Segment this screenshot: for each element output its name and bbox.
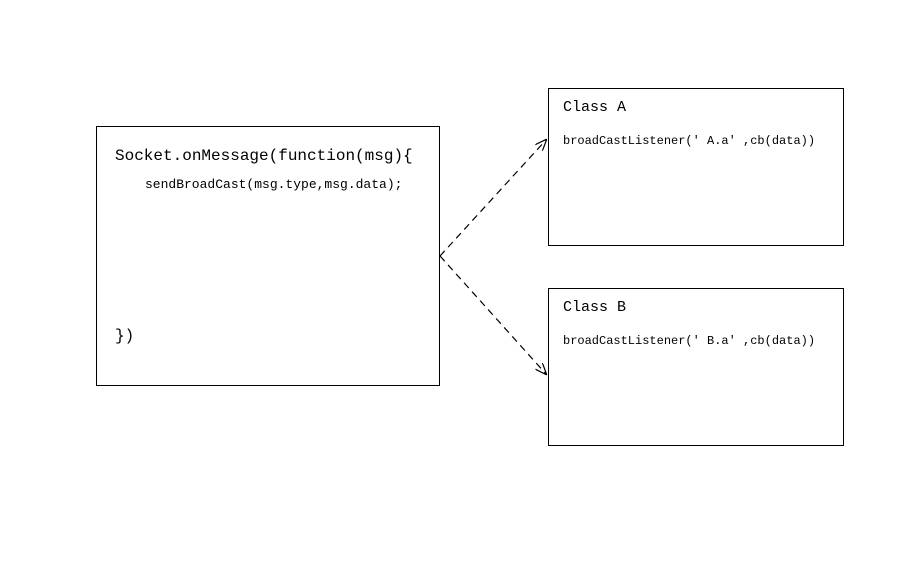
class-b-box: Class B broadCastListener(' B.a' ,cb(dat… [548, 288, 844, 446]
class-a-body: broadCastListener(' A.a' ,cb(data)) [563, 134, 829, 148]
socket-body: sendBroadCast(msg.type,msg.data); [145, 177, 421, 192]
class-b-body: broadCastListener(' B.a' ,cb(data)) [563, 334, 829, 348]
socket-box: Socket.onMessage(function(msg){ sendBroa… [96, 126, 440, 386]
socket-title: Socket.onMessage(function(msg){ [115, 147, 421, 165]
class-b-title: Class B [563, 299, 829, 316]
class-a-box: Class A broadCastListener(' A.a' ,cb(dat… [548, 88, 844, 246]
arrow-to-class-a [440, 140, 546, 256]
class-a-title: Class A [563, 99, 829, 116]
socket-close: }) [115, 327, 134, 345]
arrow-to-class-b [440, 256, 546, 374]
